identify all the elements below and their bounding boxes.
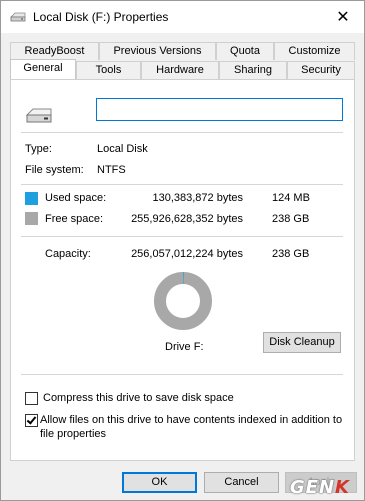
close-button[interactable]: ✕ [322,1,364,33]
index-label-line1: Allow files on this drive to have conten… [40,414,343,426]
drive-letter-label: Drive F: [165,341,204,353]
capacity-label: Capacity: [45,248,91,260]
disk-cleanup-button[interactable]: Disk Cleanup [263,332,341,353]
tab-security[interactable]: Security [287,61,355,79]
free-space-label: Free space: [45,213,104,225]
check-icon [26,414,37,425]
tab-row-upper: ReadyBoost Previous Versions Quota Custo… [1,42,364,60]
watermark-text: GEN [289,477,336,498]
free-space-swatch [25,212,38,225]
free-space-size: 238 GB [272,213,310,225]
disk-usage-donut [154,272,212,330]
type-value: Local Disk [97,143,148,155]
close-icon: ✕ [336,9,350,26]
tab-quota[interactable]: Quota [216,42,274,60]
compress-checkbox[interactable] [25,392,38,405]
title-bar: Local Disk (F:) Properties ✕ [1,1,364,33]
drive-icon [25,108,52,123]
file-system-value: NTFS [97,164,126,176]
used-space-swatch [25,192,38,205]
type-label: Type: [25,143,52,155]
drive-icon [10,12,26,22]
tab-previous-versions[interactable]: Previous Versions [99,42,216,60]
tab-general[interactable]: General [10,59,76,79]
divider [21,184,343,185]
compress-label: Compress this drive to save disk space [43,392,234,404]
tab-tools[interactable]: Tools [76,61,141,79]
divider [21,236,343,237]
index-label-line2: file properties [40,428,107,440]
tab-row-lower: General Tools Hardware Sharing Security [1,59,364,79]
cancel-button[interactable]: Cancel [204,472,279,493]
tab-hardware[interactable]: Hardware [141,61,219,79]
tab-sharing[interactable]: Sharing [219,61,287,79]
free-space-bytes: 255,926,628,352 bytes [131,213,243,225]
tab-readyboost[interactable]: ReadyBoost [10,42,99,60]
capacity-size: 238 GB [272,248,310,260]
tab-customize[interactable]: Customize [274,42,355,60]
watermark-accent: K [335,477,350,498]
index-checkbox[interactable] [25,414,38,427]
genk-watermark-logo: GENK [290,477,350,498]
properties-dialog: Local Disk (F:) Properties ✕ ReadyBoost … [0,0,365,501]
used-space-bytes: 130,383,872 bytes [152,192,243,204]
divider [21,132,343,133]
drive-name-input[interactable] [96,98,343,121]
used-space-label: Used space: [45,192,107,204]
ok-button[interactable]: OK [122,472,197,493]
used-space-size: 124 MB [272,192,310,204]
window-title: Local Disk (F:) Properties [33,10,169,24]
free-space-ring [154,272,212,330]
divider [21,374,343,375]
capacity-bytes: 256,057,012,224 bytes [131,248,243,260]
file-system-label: File system: [25,164,84,176]
